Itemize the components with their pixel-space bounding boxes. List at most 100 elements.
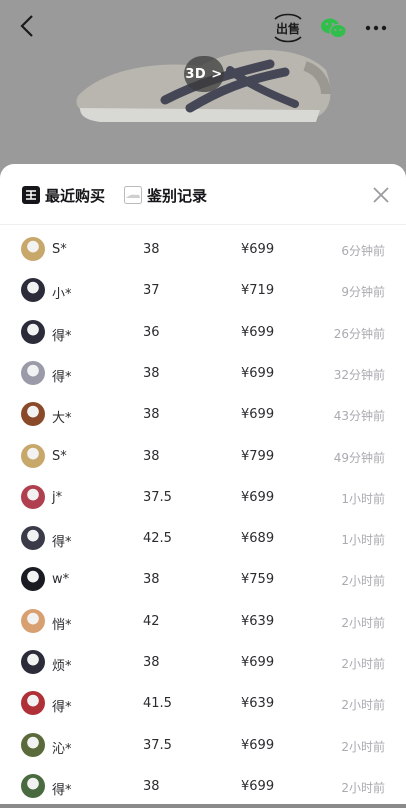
avatar [21, 650, 45, 674]
tab-label: 最近购买 [45, 186, 106, 205]
divider [0, 224, 406, 225]
purchase-price: ¥699 [241, 242, 275, 257]
buyer-name: S* [52, 448, 67, 464]
purchase-time: 2小时前 [341, 657, 385, 671]
purchase-time: 6分钟前 [341, 244, 385, 258]
sell-button[interactable]: 出售 [271, 12, 305, 44]
avatar [21, 732, 45, 757]
purchase-price: ¥689 [241, 531, 275, 547]
purchase-row: 悄* 42 ¥639 2小时前 [0, 602, 406, 643]
buyer-name: 得* [52, 700, 72, 716]
purchase-price: ¥639 [241, 613, 275, 629]
avatar [21, 360, 45, 385]
avatar [21, 526, 45, 551]
tab-authentication-records[interactable]: 鉴别记录 [124, 184, 207, 206]
purchase-price: ¥719 [241, 283, 275, 299]
purchase-row: w* 38 ¥759 2小时前 [0, 560, 406, 601]
shoe-thumbnail-icon [124, 186, 142, 204]
back-button[interactable] [12, 12, 44, 44]
product-hero: 3D > 出售 [0, 0, 406, 190]
more-icon [365, 25, 387, 31]
avatar [21, 567, 45, 592]
purchase-time: 2小时前 [341, 698, 385, 713]
purchase-row: 得* 41.5 ¥639 2小时前 [0, 684, 406, 725]
purchase-price: ¥699 [241, 324, 275, 340]
shoe-size: 37.5 [143, 489, 172, 505]
wechat-icon [321, 18, 347, 38]
purchase-time: 26分钟前 [333, 326, 385, 341]
buyer-name: 烦* [52, 659, 72, 674]
purchase-price: ¥799 [241, 448, 275, 464]
avatar [21, 773, 45, 798]
avatar [21, 608, 45, 633]
dewu-logo-icon [22, 186, 40, 204]
purchase-row: 得* 38 ¥699 2小时前 [0, 767, 406, 808]
close-button[interactable] [370, 184, 392, 206]
buyer-name: j* [52, 489, 63, 505]
wechat-share-button[interactable] [318, 12, 350, 44]
buyer-name: 得* [52, 782, 72, 798]
avatar [21, 237, 45, 261]
buyer-name: 得* [52, 328, 72, 344]
chevron-left-icon [18, 14, 38, 42]
purchase-row: 得* 38 ¥699 32分钟前 [0, 354, 406, 395]
purchase-price: ¥699 [241, 365, 275, 381]
buyer-name: S* [52, 242, 67, 257]
purchase-price: ¥699 [241, 737, 275, 753]
tab-label: 鉴别记录 [147, 186, 208, 205]
buyer-name: w* [52, 572, 70, 588]
more-button[interactable] [360, 12, 392, 44]
shoe-size: 38 [143, 365, 160, 381]
purchase-price: ¥699 [241, 407, 275, 423]
sheet-tabs: 最近购买 鉴别记录 [0, 164, 406, 224]
purchase-row: 得* 42.5 ¥689 1小时前 [0, 519, 406, 560]
purchase-time: 2小时前 [341, 780, 385, 795]
purchase-time: 2小时前 [341, 615, 385, 630]
purchase-price: ¥699 [241, 778, 275, 794]
shoe-size: 37.5 [143, 737, 172, 753]
purchase-row: 大* 38 ¥699 43分钟前 [0, 395, 406, 436]
purchase-price: ¥639 [241, 696, 275, 712]
purchase-row: 烦* 38 ¥699 2小时前 [0, 643, 406, 684]
purchase-row: S* 38 ¥699 6分钟前 [0, 230, 406, 271]
purchase-row: 小* 37 ¥719 9分钟前 [0, 271, 406, 312]
purchase-time: 43分钟前 [333, 409, 385, 424]
buyer-name: 悄* [52, 617, 72, 633]
shoe-size: 38 [143, 407, 160, 423]
shoe-size: 38 [143, 242, 160, 257]
avatar [21, 443, 45, 468]
close-icon [373, 187, 389, 203]
shoe-size: 38 [143, 448, 160, 464]
avatar [21, 691, 45, 716]
purchase-time: 49分钟前 [333, 450, 385, 465]
purchase-time: 1小时前 [341, 491, 385, 506]
buyer-name: 得* [52, 369, 72, 385]
buyer-name: 沁* [52, 741, 72, 757]
shoe-size: 41.5 [143, 696, 172, 712]
view-3d-button[interactable]: 3D > [184, 56, 224, 92]
avatar [21, 278, 45, 303]
purchase-time: 1小时前 [341, 533, 385, 548]
avatar [21, 402, 45, 427]
sell-icon: 出售 [274, 13, 302, 43]
purchase-time: 32分钟前 [333, 367, 385, 382]
avatar [21, 484, 45, 509]
purchase-time: 2小时前 [341, 574, 385, 589]
shoe-size: 36 [143, 324, 160, 340]
tab-recent-purchases[interactable]: 最近购买 [22, 184, 105, 206]
purchase-row: 沁* 37.5 ¥699 2小时前 [0, 726, 406, 767]
shoe-size: 42.5 [143, 531, 172, 547]
purchase-price: ¥759 [241, 572, 275, 588]
buyer-name: 得* [52, 535, 72, 551]
shoe-size: 42 [143, 613, 160, 629]
purchase-row: S* 38 ¥799 49分钟前 [0, 437, 406, 478]
shoe-size: 38 [143, 655, 160, 670]
buyer-name: 大* [52, 411, 72, 427]
purchase-row: 得* 36 ¥699 26分钟前 [0, 313, 406, 354]
purchase-price: ¥699 [241, 655, 275, 670]
purchase-row: j* 37.5 ¥699 1小时前 [0, 478, 406, 519]
avatar [21, 319, 45, 344]
purchase-time: 2小时前 [341, 739, 385, 754]
shoe-size: 37 [143, 283, 160, 299]
shoe-size: 38 [143, 778, 160, 794]
